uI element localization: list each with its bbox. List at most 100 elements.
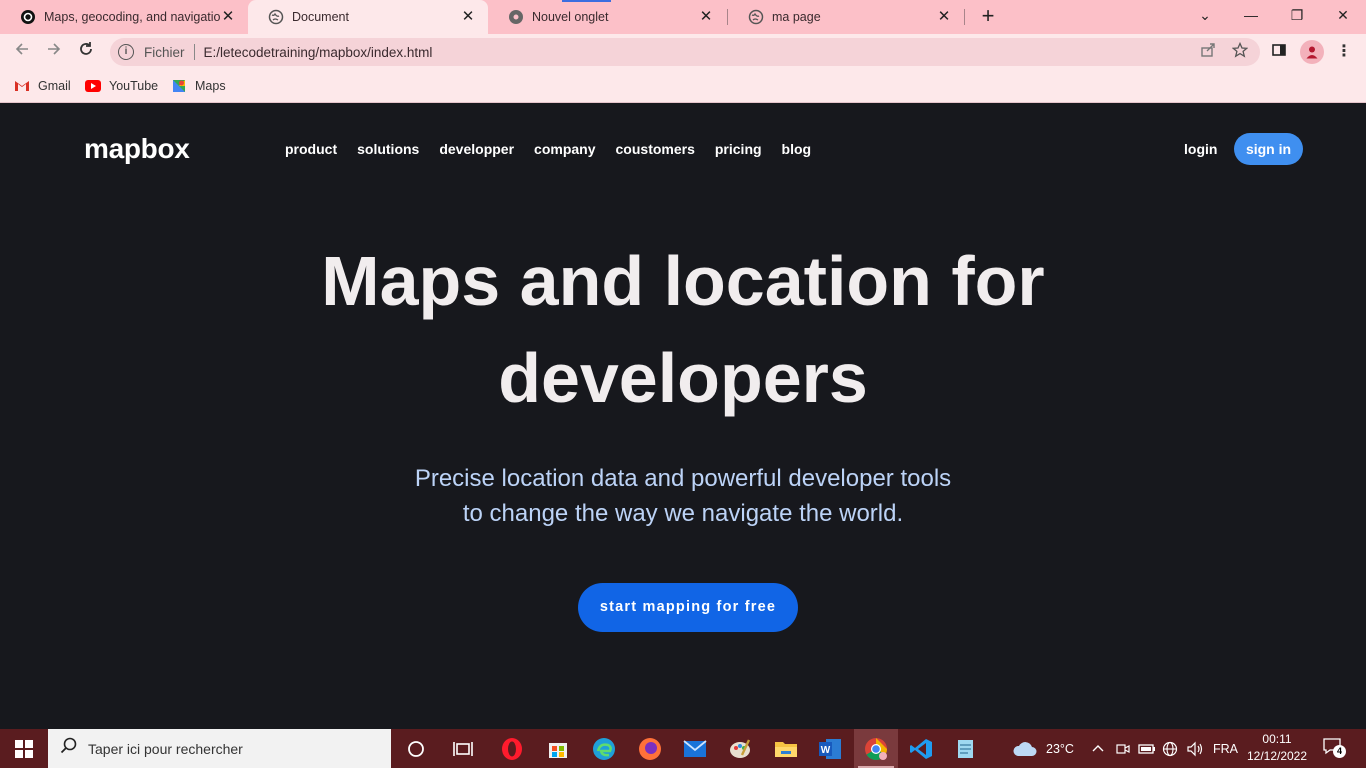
tab-title: Maps, geocoding, and navigation (44, 10, 220, 24)
menu-kebab-icon[interactable]: ⋮ (1334, 42, 1354, 62)
globe-icon (748, 9, 764, 25)
nav-solutions[interactable]: solutions (357, 141, 419, 157)
taskbar-search[interactable]: Taper ici pour rechercher (48, 729, 391, 768)
share-icon[interactable] (1198, 42, 1218, 62)
firefox-icon[interactable] (628, 729, 672, 768)
tab-document[interactable]: Document ✕ (248, 0, 488, 34)
opera-icon[interactable] (490, 729, 534, 768)
mail-icon[interactable] (673, 729, 717, 768)
tab-nouvel-onglet[interactable]: Nouvel onglet ✕ (488, 0, 726, 34)
system-clock[interactable]: 00:11 12/12/2022 (1240, 731, 1314, 765)
person-icon (1306, 46, 1318, 59)
restore-button[interactable]: ❐ (1274, 0, 1320, 30)
task-view-icon[interactable] (441, 729, 485, 768)
bookmark-maps[interactable]: Maps (171, 76, 226, 96)
globe-icon (268, 9, 284, 25)
meet-now-icon[interactable] (1116, 729, 1130, 768)
tab-search-button[interactable]: ⌄ (1182, 0, 1228, 30)
site-logo[interactable]: mapbox (84, 133, 190, 165)
bookmark-star-icon[interactable] (1230, 41, 1250, 62)
login-link[interactable]: login (1184, 141, 1217, 157)
search-placeholder: Taper ici pour rechercher (88, 740, 243, 757)
profile-avatar[interactable] (1300, 40, 1324, 64)
nav-product[interactable]: product (285, 141, 337, 157)
tab-strip: Maps, geocoding, and navigation ✕ Docume… (0, 0, 1366, 34)
browser-toolbar: i Fichier E:/letecodetraining/mapbox/ind… (0, 34, 1366, 70)
tray-overflow-chevron-icon[interactable] (1092, 729, 1104, 768)
file-explorer-icon[interactable] (764, 729, 808, 768)
hero-line-2: developers (498, 339, 868, 417)
bookmark-gmail[interactable]: Gmail (14, 76, 71, 96)
arrow-left-icon (15, 43, 28, 55)
mapbox-icon (20, 9, 36, 25)
chrome-icon (508, 9, 524, 25)
tab-title: Document (292, 10, 349, 24)
gmail-icon (14, 79, 30, 93)
notepad-icon[interactable] (944, 729, 988, 768)
paint-icon[interactable] (718, 729, 762, 768)
tab-title: ma page (772, 10, 821, 24)
start-mapping-button[interactable]: start mapping for free (578, 583, 798, 632)
bookmark-label: YouTube (109, 79, 159, 93)
notification-center-icon[interactable]: 4 (1322, 737, 1346, 759)
windows-start-button[interactable] (0, 729, 48, 768)
hero-title: Maps and location for developers (0, 233, 1366, 427)
divider (193, 44, 195, 60)
nav-blog[interactable]: blog (782, 141, 812, 157)
reload-icon (80, 42, 92, 55)
svg-text:W: W (821, 745, 831, 756)
sign-in-button[interactable]: sign in (1234, 133, 1303, 165)
windows-logo-icon (15, 739, 33, 758)
close-icon[interactable]: ✕ (936, 9, 952, 25)
forward-button[interactable] (42, 40, 66, 64)
tab-separator (964, 9, 965, 25)
close-icon[interactable]: ✕ (698, 9, 714, 25)
weather-widget[interactable]: 23°C (1012, 729, 1074, 768)
close-icon[interactable]: ✕ (220, 9, 236, 25)
nav-developper[interactable]: developper (439, 141, 514, 157)
back-button[interactable] (10, 40, 34, 64)
network-globe-icon[interactable] (1162, 729, 1178, 768)
battery-icon[interactable] (1138, 729, 1156, 768)
minimize-button[interactable]: — (1228, 0, 1274, 30)
tab-ma-page[interactable]: ma page ✕ (728, 0, 964, 34)
youtube-icon (85, 79, 101, 93)
bookmark-label: Maps (195, 79, 226, 93)
nav-coustomers[interactable]: coustomers (616, 141, 695, 157)
reload-button[interactable] (74, 40, 98, 64)
weather-temp: 23°C (1046, 741, 1074, 756)
info-icon[interactable]: i (118, 44, 134, 60)
page-content: mapbox product solutions developper comp… (0, 103, 1366, 729)
subtitle-line-2: to change the way we navigate the world. (462, 500, 904, 527)
vscode-icon[interactable] (899, 729, 943, 768)
bookmark-label: Gmail (38, 79, 71, 93)
chrome-taskbar-icon[interactable] (854, 729, 898, 768)
edge-icon[interactable] (582, 729, 626, 768)
arrow-right-icon (48, 43, 61, 55)
bookmark-youtube[interactable]: YouTube (85, 76, 158, 96)
clock-time: 00:11 (1262, 732, 1292, 746)
address-bar[interactable]: i Fichier E:/letecodetraining/mapbox/ind… (110, 38, 1260, 66)
loading-indicator (562, 0, 611, 2)
nav-pricing[interactable]: pricing (715, 141, 762, 157)
close-window-button[interactable]: ✕ (1320, 0, 1366, 30)
nav-company[interactable]: company (534, 141, 595, 157)
subtitle-line-1: Precise location data and powerful devel… (414, 465, 952, 492)
main-nav: product solutions developper company cou… (285, 141, 831, 157)
tab-title: Nouvel onglet (532, 10, 609, 24)
volume-icon[interactable] (1186, 729, 1204, 768)
microsoft-store-icon[interactable] (536, 729, 580, 768)
url-text[interactable]: E:/letecodetraining/mapbox/index.html (204, 45, 433, 60)
search-icon (60, 737, 78, 760)
new-tab-button[interactable]: + (976, 5, 1000, 29)
bookmarks-bar: Gmail YouTube Maps (0, 70, 1366, 103)
hero-subtitle: Precise location data and powerful devel… (0, 461, 1366, 531)
cortana-icon[interactable] (394, 729, 438, 768)
input-language[interactable]: FRA (1213, 729, 1238, 768)
clock-date: 12/12/2022 (1246, 749, 1308, 763)
word-icon[interactable]: W (808, 729, 852, 768)
close-icon[interactable]: ✕ (460, 9, 476, 25)
side-panel-icon[interactable] (1269, 42, 1289, 62)
tab-mapbox[interactable]: Maps, geocoding, and navigation ✕ (0, 0, 248, 34)
notification-badge: 4 (1333, 745, 1346, 758)
